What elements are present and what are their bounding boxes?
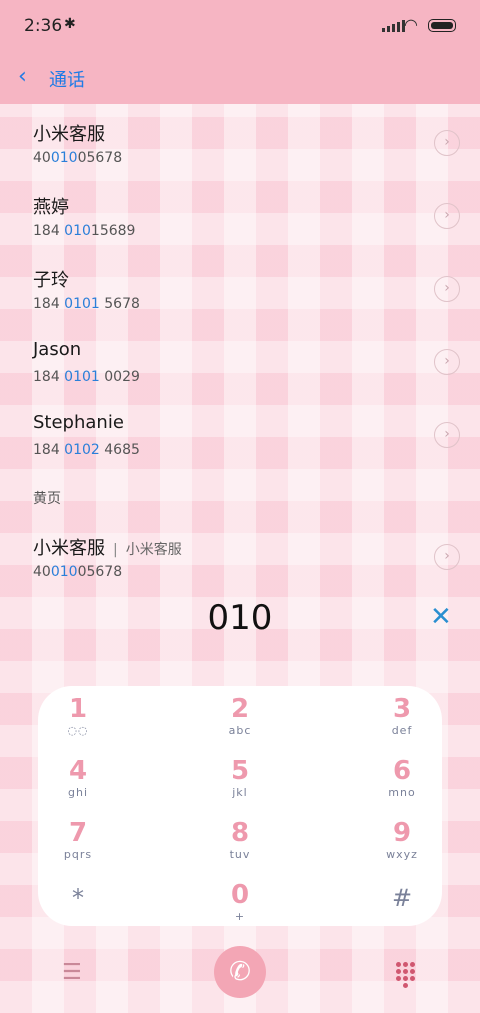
wifi-icon: ◠ bbox=[404, 15, 418, 34]
bluetooth-icon: ✱ bbox=[64, 16, 76, 32]
key-1[interactable]: 1 ◌◌ bbox=[18, 694, 138, 754]
key-4[interactable]: 4 ghi bbox=[18, 756, 138, 816]
menu-icon[interactable]: ☰ bbox=[62, 960, 82, 985]
key-2[interactable]: 2 abc bbox=[180, 694, 300, 754]
key-8[interactable]: 8 tuv bbox=[180, 818, 300, 878]
chevron-right-icon[interactable]: › bbox=[434, 130, 460, 156]
contact-name: 小米客服 | 小米客服 bbox=[33, 538, 182, 559]
chevron-right-icon[interactable]: › bbox=[434, 349, 460, 375]
contact-name: Jason bbox=[33, 339, 82, 360]
contact-number: 184 0101 0029 bbox=[33, 369, 140, 385]
phone-icon[interactable]: ✆ bbox=[214, 946, 266, 998]
contact-row[interactable]: Stephanie 184 0102 4685 › bbox=[0, 412, 480, 482]
key-6[interactable]: 6 mno bbox=[342, 756, 462, 816]
key-7[interactable]: 7 pqrs bbox=[18, 818, 138, 878]
status-time: 2:36 bbox=[24, 16, 63, 36]
contact-row[interactable]: Jason 184 0101 0029 › bbox=[0, 339, 480, 409]
close-icon[interactable]: ✕ bbox=[430, 602, 452, 632]
signal-icon bbox=[382, 20, 405, 32]
key-0[interactable]: 0 + bbox=[180, 880, 300, 940]
page-title: 通话 bbox=[49, 70, 85, 91]
yellow-pages-row[interactable]: 小米客服 | 小米客服 4001005678 › bbox=[0, 534, 480, 604]
status-bar: 2:36 ✱ ◠ bbox=[0, 0, 480, 52]
contact-number: 4001005678 bbox=[33, 564, 123, 580]
chevron-left-icon[interactable]: ‹ bbox=[18, 64, 27, 89]
contact-name: 燕婷 bbox=[33, 197, 69, 218]
section-label-yellow-pages: 黄页 bbox=[33, 491, 61, 507]
dialpad: 1 ◌◌ 2 abc 3 def 4 ghi 5 jkl 6 mno 7 pqrs 8 tuv … bbox=[38, 686, 442, 926]
key-hash[interactable]: # bbox=[342, 878, 462, 938]
contact-number: 4001005678 bbox=[33, 150, 123, 166]
key-9[interactable]: 9 wxyz bbox=[342, 818, 462, 878]
contact-row[interactable]: 燕婷 184 01015689 › bbox=[0, 193, 480, 263]
key-5[interactable]: 5 jkl bbox=[180, 756, 300, 816]
key-3[interactable]: 3 def bbox=[342, 694, 462, 754]
contact-row[interactable]: 子玲 184 0101 5678 › bbox=[0, 266, 480, 336]
battery-icon bbox=[428, 19, 456, 32]
dialpad-icon[interactable] bbox=[396, 962, 415, 988]
key-star[interactable]: * bbox=[18, 878, 138, 938]
contact-number: 184 01015689 bbox=[33, 223, 136, 239]
contact-number: 184 0101 5678 bbox=[33, 296, 140, 312]
chevron-right-icon[interactable]: › bbox=[434, 544, 460, 570]
header-bar: ‹ 通话 bbox=[0, 52, 480, 104]
dialed-number-display: 010 bbox=[207, 598, 273, 638]
contact-name: 子玲 bbox=[33, 270, 69, 291]
contact-number: 184 0102 4685 bbox=[33, 442, 140, 458]
chevron-right-icon[interactable]: › bbox=[434, 203, 460, 229]
contact-row[interactable]: 小米客服 4001005678 › bbox=[0, 120, 480, 190]
chevron-right-icon[interactable]: › bbox=[434, 422, 460, 448]
contact-name: Stephanie bbox=[33, 412, 124, 433]
chevron-right-icon[interactable]: › bbox=[434, 276, 460, 302]
contact-name: 小米客服 bbox=[33, 124, 105, 145]
